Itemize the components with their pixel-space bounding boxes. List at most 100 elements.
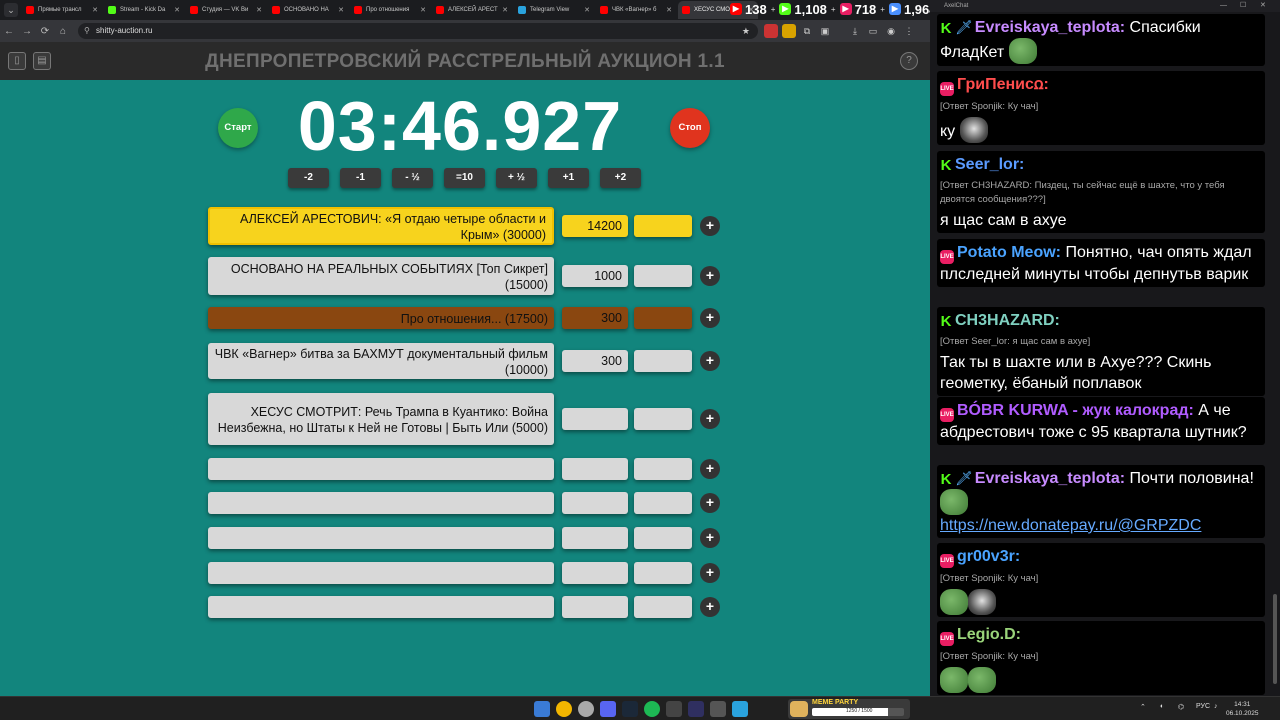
network-icon[interactable]: ⌬ [1178,703,1184,711]
tab-close-icon[interactable]: ✕ [502,6,508,14]
lot-name-field[interactable] [208,527,554,549]
lot-amount-field[interactable] [562,562,628,584]
chat-link[interactable]: https://new.donatepay.ru/@GRPZDC [940,517,1201,534]
profile-icon[interactable]: ◉ [884,24,898,38]
add-to-lot-button[interactable]: + [700,563,720,583]
time-adjust-button[interactable]: -2 [288,168,329,188]
browser-tab[interactable]: Студия — VK Ви ✕ [186,1,266,19]
tab-close-icon[interactable]: ✕ [92,6,98,14]
browser-tab[interactable]: АЛЕКСЕЙ АРЕСТ ✕ [432,1,512,19]
lot-name-field[interactable]: Про отношения... (17500) [208,307,554,329]
download-icon[interactable]: ⤓ [848,24,862,38]
add-to-lot-button[interactable]: + [700,493,720,513]
add-to-lot-button[interactable]: + [700,266,720,286]
tab-close-icon[interactable]: ✕ [174,6,180,14]
tab-close-icon[interactable]: ✕ [584,6,590,14]
maximize-icon[interactable]: ☐ [1240,0,1246,12]
system-clock[interactable]: 14:31 06.10.2025 [1226,700,1259,718]
add-to-lot-button[interactable]: + [700,216,720,236]
chat-username[interactable]: Legio.D: [957,626,1021,643]
reload-icon[interactable]: ⟳ [36,26,54,37]
lot-amount-field[interactable] [562,492,628,514]
lot-amount-field[interactable] [562,596,628,618]
browser-tab[interactable]: Прямые трансл ✕ [22,1,102,19]
add-to-lot-button[interactable]: + [700,409,720,429]
add-to-lot-button[interactable]: + [700,528,720,548]
extension-icon-3[interactable]: ⧉ [800,24,814,38]
menu-icon[interactable]: ⋮ [902,24,916,38]
back-icon[interactable]: ← [0,26,18,37]
lot-add-amount-field[interactable] [634,307,692,329]
lot-add-amount-field[interactable] [634,350,692,372]
bookmark-star-icon[interactable]: ★ [742,23,750,39]
lot-amount-field[interactable] [562,527,628,549]
stop-button[interactable]: Стоп [670,108,710,148]
url-field[interactable]: ⚲ shitty-auction.ru ★ [78,23,758,39]
language-indicator[interactable]: РУС [1196,703,1210,710]
app-icon-3[interactable] [710,701,726,717]
chat-username[interactable]: Evreiskaya_teplota: [975,19,1125,36]
start-button[interactable]: Старт [218,108,258,148]
meme-party-widget[interactable]: MEME PARTY 1250 / 1500 [788,699,910,719]
lot-amount-field[interactable]: 1000 [562,265,628,287]
extension-icon-1[interactable] [764,24,778,38]
lot-name-field[interactable] [208,562,554,584]
lot-add-amount-field[interactable] [634,215,692,237]
browser-tab[interactable]: Stream - Kick Da ✕ [104,1,184,19]
discord-icon[interactable] [600,701,616,717]
lot-amount-field[interactable] [562,408,628,430]
lot-add-amount-field[interactable] [634,527,692,549]
time-adjust-button[interactable]: +2 [600,168,641,188]
lot-amount-field[interactable]: 300 [562,350,628,372]
tab-close-icon[interactable]: ✕ [666,6,672,14]
tab-search-icon[interactable]: ⌄ [4,3,18,17]
time-adjust-button[interactable]: + ½ [496,168,537,188]
chat-username[interactable]: Potato Meow: [957,244,1061,261]
lot-name-field[interactable] [208,458,554,480]
lot-add-amount-field[interactable] [634,265,692,287]
chat-username[interactable]: CH3HAZARD: [955,312,1060,329]
browser-tab[interactable]: ЧВК «Вагнер» б ✕ [596,1,676,19]
lot-name-field[interactable]: ХЕСУС СМОТРИТ: Речь Трампа в Куантико: В… [208,393,554,445]
lot-name-field[interactable] [208,596,554,618]
forward-icon[interactable]: → [18,26,36,37]
tray-arrow-icon[interactable]: ⌃ [1140,703,1146,711]
browser-tab[interactable]: ОСНОВАНО НА ✕ [268,1,348,19]
chat-username[interactable]: BÓBR KURWA - жук калокрад: [957,402,1194,419]
tray-icon[interactable]: ◐ [1160,703,1164,710]
add-to-lot-button[interactable]: + [700,308,720,328]
close-icon[interactable]: ✕ [1260,0,1266,12]
start-menu-icon[interactable] [534,701,550,717]
help-icon[interactable]: ? [900,52,918,70]
tab-close-icon[interactable]: ✕ [420,6,426,14]
chat-username[interactable]: ГриПенисꭥ: [957,76,1049,93]
lot-amount-field[interactable] [562,458,628,480]
lot-name-field[interactable]: ЧВК «Вагнер» битва за БАХМУТ документаль… [208,343,554,379]
lot-amount-field[interactable]: 14200 [562,215,628,237]
add-to-lot-button[interactable]: + [700,459,720,479]
chat-username[interactable]: gr00v3r: [957,548,1020,565]
browser-tab[interactable]: Про отношения ✕ [350,1,430,19]
tab-close-icon[interactable]: ✕ [256,6,262,14]
lot-amount-field[interactable]: 300 [562,307,628,329]
add-to-lot-button[interactable]: + [700,351,720,371]
lot-add-amount-field[interactable] [634,596,692,618]
volume-icon[interactable]: ♪ [1214,703,1218,710]
time-adjust-button[interactable]: +1 [548,168,589,188]
time-adjust-button[interactable]: -1 [340,168,381,188]
tab-close-icon[interactable]: ✕ [338,6,344,14]
browser-tab[interactable]: Telegram View ✕ [514,1,594,19]
app-icon-2[interactable] [688,701,704,717]
chat-scrollbar[interactable] [1273,594,1277,684]
lot-name-field[interactable]: АЛЕКСЕЙ АРЕСТОВИЧ: «Я отдаю четыре облас… [208,207,554,245]
steam-icon[interactable] [622,701,638,717]
home-icon[interactable]: ⌂ [54,26,72,37]
telegram-icon[interactable] [732,701,748,717]
lot-add-amount-field[interactable] [634,562,692,584]
spotify-icon[interactable] [644,701,660,717]
time-adjust-button[interactable]: - ½ [392,168,433,188]
app-icon-obs[interactable] [578,701,594,717]
extension-icon-2[interactable] [782,24,796,38]
site-info-icon[interactable]: ⚲ [84,23,90,39]
add-to-lot-button[interactable]: + [700,597,720,617]
